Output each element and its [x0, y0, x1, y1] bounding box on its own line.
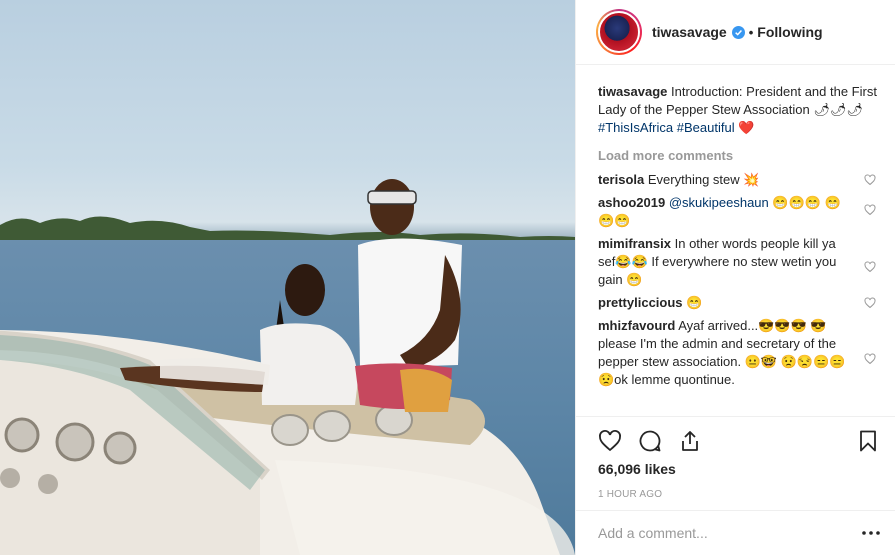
comment-item: mhizfavourd Ayaf arrived...😎😎😎 😎please I…	[598, 317, 880, 389]
following-button[interactable]: Following	[757, 24, 822, 40]
comment-username[interactable]: prettyliccious	[598, 295, 683, 310]
comment-item: terisola Everything stew 💥	[598, 171, 880, 189]
heart-icon[interactable]	[864, 174, 876, 186]
share-icon[interactable]	[678, 429, 702, 453]
caption-username[interactable]: tiwasavage	[598, 84, 667, 99]
avatar-story-ring[interactable]	[596, 9, 642, 55]
caption-emoji: ❤️	[738, 120, 755, 135]
action-icons-row	[598, 425, 880, 457]
heart-icon[interactable]	[864, 204, 876, 216]
heart-icon[interactable]	[864, 297, 876, 309]
comment-mention[interactable]: @skukipeeshaun	[669, 195, 769, 210]
post-actions: 66,096 likes 1 HOUR AGO	[576, 416, 895, 500]
comment-input[interactable]	[598, 525, 862, 541]
hashtag-link[interactable]: #ThisIsAfrica	[598, 120, 673, 135]
avatar[interactable]	[598, 11, 640, 53]
heart-icon[interactable]	[598, 429, 622, 453]
comment-username[interactable]: terisola	[598, 172, 644, 187]
verified-badge-icon	[731, 25, 745, 39]
more-options-icon[interactable]	[862, 531, 880, 535]
boat-scene-graphic	[0, 179, 575, 555]
hashtag-link[interactable]: #Beautiful	[677, 120, 735, 135]
post-caption: tiwasavage Introduction: President and t…	[598, 83, 880, 137]
comment-item: prettyliccious 😁	[598, 294, 880, 312]
comment-icon[interactable]	[638, 429, 662, 453]
post-header: tiwasavage • Following	[576, 0, 895, 65]
load-more-comments-button[interactable]: Load more comments	[598, 148, 880, 163]
heart-icon[interactable]	[864, 353, 876, 365]
likes-count[interactable]: 66,096 likes	[598, 461, 880, 477]
comment-username[interactable]: mimifransix	[598, 236, 671, 251]
comment-username[interactable]: mhizfavourd	[598, 318, 675, 333]
comments-list[interactable]: tiwasavage Introduction: President and t…	[576, 74, 895, 416]
add-comment-bar	[576, 510, 895, 555]
post-photo[interactable]	[0, 0, 575, 555]
comment-username[interactable]: ashoo2019	[598, 195, 665, 210]
instagram-post: tiwasavage • Following tiwasavage Introd…	[0, 0, 895, 555]
bookmark-icon[interactable]	[856, 429, 880, 453]
owner-username[interactable]: tiwasavage	[652, 24, 727, 40]
post-timestamp: 1 HOUR AGO	[598, 489, 663, 500]
post-panel: tiwasavage • Following tiwasavage Introd…	[575, 0, 895, 555]
heart-icon[interactable]	[864, 261, 876, 273]
comment-item: ashoo2019 @skukipeeshaun 😁😁😁 😁😁😁	[598, 194, 880, 230]
comment-text: 😁	[686, 295, 703, 310]
comment-text: Everything stew 💥	[647, 172, 760, 187]
separator-dot: •	[748, 24, 754, 40]
comment-item: mimifransix In other words people kill y…	[598, 235, 880, 289]
